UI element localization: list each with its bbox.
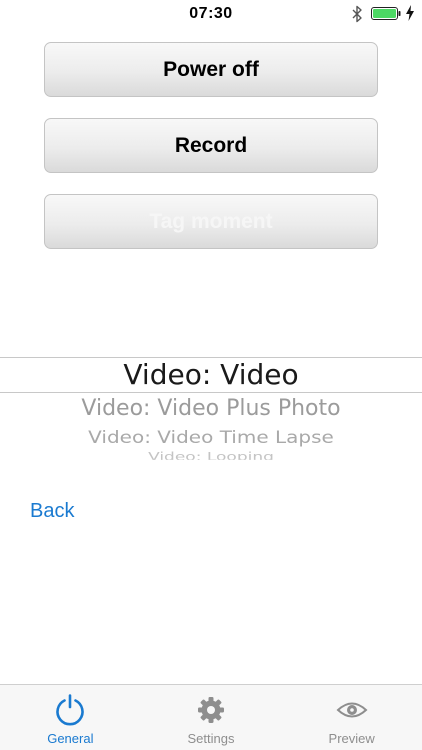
eye-icon <box>336 702 368 718</box>
tab-general-label: General <box>47 731 94 746</box>
picker-option[interactable]: Video: Video Time Lapse <box>0 427 422 447</box>
tab-settings-label: Settings <box>187 731 235 746</box>
gear-icon <box>198 697 224 723</box>
picker-option[interactable]: Video: Video Plus Photo <box>0 396 422 421</box>
mode-picker[interactable]: Video: Video Video: Video Plus Photo Vid… <box>0 340 422 470</box>
picker-option[interactable]: Video: Looping <box>0 450 422 460</box>
tab-general[interactable]: General <box>0 685 141 750</box>
power-off-button[interactable]: Power off <box>44 42 378 97</box>
battery-icon <box>371 7 401 20</box>
tag-moment-button[interactable]: Tag moment <box>44 194 378 249</box>
picker-bottom-divider <box>0 392 422 393</box>
tab-preview-label: Preview <box>328 731 375 746</box>
bluetooth-icon <box>352 5 362 23</box>
tab-preview[interactable]: Preview <box>281 685 422 750</box>
back-button[interactable]: Back <box>30 500 74 523</box>
record-button[interactable]: Record <box>44 118 378 173</box>
picker-selected-option[interactable]: Video: Video <box>0 357 422 392</box>
power-icon <box>56 694 85 726</box>
tab-bar: General Settings Preview <box>0 684 422 750</box>
tab-settings[interactable]: Settings <box>141 685 282 750</box>
charging-bolt-icon <box>406 5 414 21</box>
status-bar: 07:30 <box>0 0 422 30</box>
